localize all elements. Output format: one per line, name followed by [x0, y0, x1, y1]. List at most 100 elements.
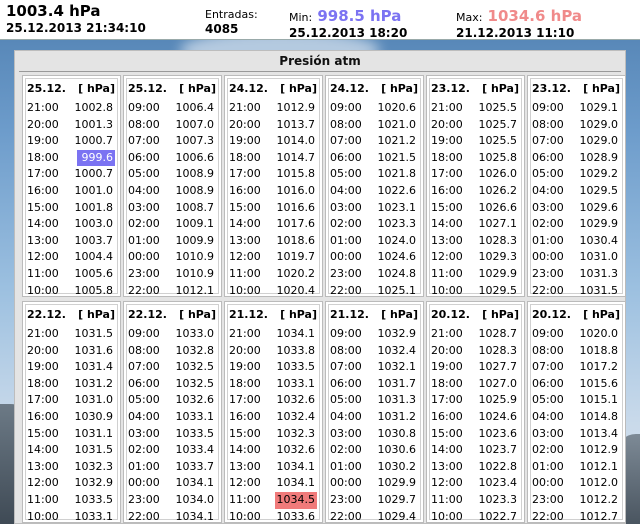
reading-value: 1027.1 — [478, 217, 518, 231]
reading-row: 01:00 1024.0 — [330, 233, 418, 250]
reading-time: 06:00 — [330, 150, 362, 164]
reading-time: 17:00 — [431, 167, 463, 181]
reading-time: 17:00 — [229, 393, 261, 407]
reading-value: 1023.7 — [478, 443, 518, 457]
reading-time: 09:00 — [128, 101, 160, 114]
day-header: 24.12. [ hPa] — [229, 80, 317, 100]
reading-time: 19:00 — [229, 134, 261, 148]
reading-value: 1007.3 — [175, 134, 215, 148]
reading-row: 00:00 1034.1 — [128, 475, 216, 492]
reading-row: 12:00 1032.9 — [27, 475, 115, 492]
current-timestamp: 25.12.2013 21:34:10 — [6, 21, 146, 35]
reading-row: 20:00 1033.8 — [229, 343, 317, 360]
reading-time: 12:00 — [229, 476, 261, 490]
reading-row: 21:00 1034.1 — [229, 326, 317, 343]
divider — [19, 71, 621, 72]
unit-label: [ hPa] — [78, 308, 115, 321]
reading-value: 1029.2 — [579, 167, 619, 181]
reading-value: 1023.3 — [478, 492, 518, 506]
reading-row: 07:00 1021.2 — [330, 133, 418, 150]
reading-value: 1032.8 — [175, 343, 215, 357]
max-label: Max: — [456, 11, 483, 24]
reading-row: 02:00 1023.3 — [330, 216, 418, 233]
reading-row: 08:00 1007.0 — [128, 117, 216, 134]
reading-row: 22:00 1025.1 — [330, 283, 418, 300]
reading-value: 1019.7 — [276, 250, 316, 264]
reading-time: 19:00 — [431, 360, 463, 374]
reading-time: 04:00 — [128, 183, 160, 197]
day-header: 25.12. [ hPa] — [128, 80, 216, 100]
unit-label: [ hPa] — [179, 308, 216, 321]
reading-row: 21:00 1002.8 — [27, 100, 115, 117]
reading-row: 16:00 1030.9 — [27, 409, 115, 426]
reading-row: 18:00 1031.2 — [27, 376, 115, 393]
reading-row: 12:00 1023.4 — [431, 475, 519, 492]
reading-value: 1001.0 — [74, 183, 114, 197]
day-date: 23.12. — [431, 82, 470, 95]
reading-value: 1025.1 — [377, 283, 417, 297]
reading-row: 03:00 1008.7 — [128, 200, 216, 217]
reading-row: 21:00 1012.9 — [229, 100, 317, 117]
reading-row: 04:00 1014.8 — [532, 409, 620, 426]
reading-time: 12:00 — [431, 476, 463, 490]
reading-row: 14:00 1023.7 — [431, 442, 519, 459]
reading-value: 1031.2 — [74, 376, 114, 390]
reading-row: 14:00 1027.1 — [431, 216, 519, 233]
reading-row: 17:00 1031.0 — [27, 392, 115, 409]
reading-row: 02:00 1009.1 — [128, 216, 216, 233]
day-header: 21.12. [ hPa] — [330, 306, 418, 326]
reading-row: 00:00 1029.9 — [330, 475, 418, 492]
reading-time: 09:00 — [532, 327, 564, 340]
reading-row: 20:00 1028.3 — [431, 343, 519, 360]
reading-row: 18:00 1025.8 — [431, 150, 519, 167]
reading-time: 01:00 — [330, 459, 362, 473]
reading-row: 13:00 1022.8 — [431, 459, 519, 476]
reading-time: 16:00 — [431, 409, 463, 423]
reading-time: 02:00 — [532, 217, 564, 231]
reading-row: 20:00 1031.6 — [27, 343, 115, 360]
reading-row: 02:00 1030.6 — [330, 442, 418, 459]
reading-row: 19:00 1014.0 — [229, 133, 317, 150]
reading-time: 13:00 — [229, 233, 261, 247]
day-header: 24.12. [ hPa] — [330, 80, 418, 100]
reading-value: 1014.7 — [276, 150, 316, 164]
reading-row: 05:00 1015.1 — [532, 392, 620, 409]
reading-time: 14:00 — [229, 443, 261, 457]
day-card: 25.12. [ hPa] 09:00 1006.4 08:00 1007.0 07:00 1… — [123, 75, 222, 297]
reading-row: 06:00 1031.7 — [330, 376, 418, 393]
unit-label: [ hPa] — [482, 82, 519, 95]
reading-row: 18:00 999.6 — [27, 149, 115, 167]
reading-value: 1008.9 — [175, 183, 215, 197]
reading-row: 15:00 1032.3 — [229, 426, 317, 443]
reading-value: 1012.7 — [579, 509, 619, 523]
entries-label: Entradas: — [205, 8, 258, 21]
reading-row: 13:00 1003.7 — [27, 233, 115, 250]
reading-row: 19:00 1031.4 — [27, 359, 115, 376]
reading-time: 20:00 — [431, 343, 463, 357]
day-card: 20.12. [ hPa] 09:00 1020.0 08:00 1018.8 07:00 1… — [527, 301, 626, 523]
reading-value: 1032.9 — [74, 476, 114, 490]
reading-value: 1027.7 — [478, 360, 518, 374]
reading-row: 08:00 1029.0 — [532, 117, 620, 134]
reading-value: 1031.5 — [74, 327, 114, 340]
reading-row: 03:00 1023.1 — [330, 200, 418, 217]
reading-time: 02:00 — [532, 443, 564, 457]
reading-time: 11:00 — [229, 492, 261, 506]
reading-value: 1001.3 — [74, 117, 114, 131]
reading-time: 23:00 — [330, 492, 362, 506]
reading-time: 09:00 — [532, 101, 564, 114]
reading-time: 04:00 — [330, 183, 362, 197]
reading-value: 1029.7 — [377, 492, 417, 506]
unit-label: [ hPa] — [179, 82, 216, 95]
reading-value: 1014.8 — [579, 409, 619, 423]
reading-row: 17:00 1026.0 — [431, 166, 519, 183]
day-header: 25.12. [ hPa] — [27, 80, 115, 100]
reading-value: 1024.6 — [478, 409, 518, 423]
reading-time: 05:00 — [532, 167, 564, 181]
reading-row: 07:00 1032.1 — [330, 359, 418, 376]
reading-value: 1000.7 — [74, 134, 114, 148]
reading-time: 03:00 — [532, 200, 564, 214]
reading-row: 16:00 1001.0 — [27, 183, 115, 200]
reading-value: 1003.0 — [74, 217, 114, 231]
reading-row: 21:00 1031.5 — [27, 326, 115, 343]
